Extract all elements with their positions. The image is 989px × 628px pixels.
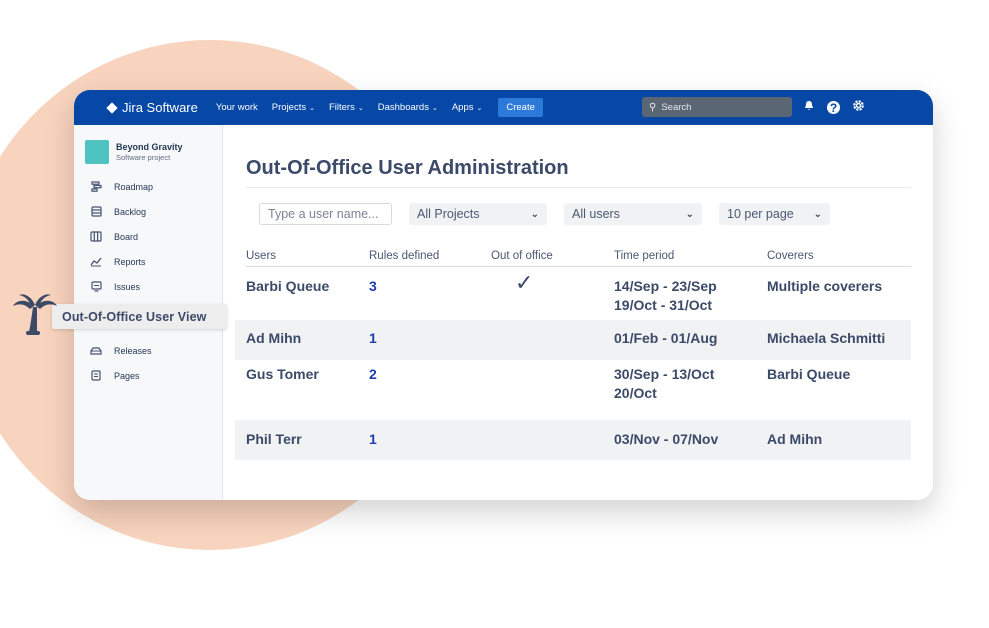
palm-tree-icon	[13, 294, 57, 335]
user-name[interactable]: Ad Mihn	[246, 329, 301, 348]
releases-icon	[90, 345, 102, 356]
user-search-input[interactable]: Type a user name...	[259, 203, 392, 225]
brand-name: Jira Software	[122, 100, 198, 115]
sidebar-item-issues[interactable]: Issues	[90, 281, 140, 292]
jira-window: Jira Software Your work Projects ⌄ Filte…	[74, 90, 933, 500]
sidebar-item-label: Reports	[114, 256, 146, 267]
sidebar-item-backlog[interactable]: Backlog	[90, 206, 146, 217]
top-nav: Jira Software Your work Projects ⌄ Filte…	[74, 90, 933, 125]
nav-dashboards[interactable]: Dashboards ⌄	[378, 102, 438, 113]
column-header-users[interactable]: Users	[246, 250, 276, 262]
board-icon	[90, 231, 102, 242]
nav-your-work[interactable]: Your work	[216, 102, 258, 113]
chevron-down-icon: ⌄	[357, 104, 364, 112]
rules-count[interactable]: 3	[369, 277, 377, 296]
column-header-time-period[interactable]: Time period	[614, 250, 674, 262]
users-select[interactable]: All users ⌄	[564, 203, 702, 225]
coverers: Multiple coverers	[767, 278, 883, 294]
nav-label: Dashboards	[377, 102, 429, 113]
project-type: Software project	[116, 153, 171, 162]
backlog-icon	[90, 206, 102, 217]
chevron-down-icon: ⌄	[309, 104, 315, 112]
sidebar-item-label: Pages	[114, 370, 140, 381]
time-period: 01/Feb - 01/Aug	[614, 330, 718, 346]
rules-count[interactable]: 1	[369, 430, 377, 449]
sidebar-item-releases[interactable]: Releases	[90, 345, 152, 356]
sidebar-item-roadmap[interactable]: Roadmap	[90, 181, 153, 192]
pages-icon	[90, 370, 102, 381]
chevron-down-icon: ⌄	[530, 208, 539, 220]
nav-label: Apps	[451, 102, 474, 113]
project-avatar	[85, 140, 109, 164]
search-placeholder: Search	[661, 101, 692, 113]
nav-label: Filters	[328, 102, 355, 113]
coverers: Barbi Queue	[767, 366, 851, 382]
jira-logo-icon	[106, 101, 118, 114]
nav-label: Projects	[271, 102, 307, 113]
nav-label: Your work	[215, 102, 258, 113]
notifications-icon[interactable]	[803, 100, 815, 116]
time-period: 19/Oct - 31/Oct	[614, 297, 713, 313]
column-header-rules[interactable]: Rules defined	[369, 250, 439, 262]
project-header[interactable]: Beyond Gravity Software project	[85, 140, 183, 164]
search-icon: ⚲	[649, 101, 657, 113]
settings-icon[interactable]	[852, 99, 865, 116]
checkmark-icon: ✓	[515, 270, 534, 295]
chevron-down-icon: ⌄	[431, 104, 438, 112]
nav-projects[interactable]: Projects ⌄	[272, 102, 315, 113]
time-period: 30/Sep - 13/Oct	[614, 366, 715, 382]
brand-logo[interactable]: Jira Software	[106, 100, 198, 115]
page-title: Out-Of-Office User Administration	[246, 157, 569, 179]
nav-filters[interactable]: Filters ⌄	[329, 102, 364, 113]
project-select[interactable]: All Projects ⌄	[409, 203, 547, 225]
sidebar-item-pages[interactable]: Pages	[90, 370, 140, 381]
sidebar-item-label: Backlog	[114, 206, 147, 217]
chevron-down-icon: ⌄	[476, 104, 483, 112]
sidebar-item-board[interactable]: Board	[90, 231, 138, 242]
user-search-placeholder: Type a user name...	[268, 207, 379, 221]
rules-count[interactable]: 2	[369, 365, 377, 384]
user-name[interactable]: Phil Terr	[246, 430, 302, 449]
sidebar-item-label: Roadmap	[114, 181, 154, 192]
table-row[interactable]: Phil Terr 1 03/Nov - 07/Nov Ad Mihn	[235, 420, 911, 460]
nav-apps[interactable]: Apps ⌄	[452, 102, 483, 113]
issues-icon	[90, 281, 102, 292]
table-row[interactable]: Ad Mihn 1 01/Feb - 01/Aug Michaela Schmi…	[235, 320, 911, 360]
out-of-office-user-view-callout[interactable]: Out-Of-Office User View	[52, 304, 227, 329]
column-header-coverers[interactable]: Coverers	[767, 250, 814, 262]
chevron-down-icon: ⌄	[813, 208, 822, 220]
time-period: 20/Oct	[614, 385, 657, 401]
rules-count[interactable]: 1	[369, 329, 377, 348]
title-divider	[246, 187, 911, 188]
reports-icon	[90, 256, 102, 267]
sidebar-item-label: Board	[114, 231, 139, 242]
create-button[interactable]: Create	[498, 98, 543, 117]
help-icon[interactable]: ?	[827, 101, 840, 115]
users-select-value: All users	[572, 207, 620, 221]
per-page-value: 10 per page	[727, 207, 794, 221]
column-header-out-of-office[interactable]: Out of office	[491, 250, 553, 262]
user-name[interactable]: Gus Tomer	[246, 365, 319, 384]
project-select-value: All Projects	[417, 207, 480, 221]
time-period: 14/Sep - 23/Sep	[614, 278, 717, 294]
chevron-down-icon: ⌄	[685, 208, 694, 220]
table-row[interactable]: Barbi Queue 3 ✓ 14/Sep - 23/Sep 19/Oct -…	[235, 267, 911, 319]
sidebar-item-label: Releases	[114, 345, 152, 356]
search-input[interactable]: ⚲ Search	[642, 97, 792, 117]
sidebar-item-reports[interactable]: Reports	[90, 256, 146, 267]
sidebar-item-label: Issues	[114, 281, 141, 292]
table-row[interactable]: Gus Tomer 2 30/Sep - 13/Oct 20/Oct Barbi…	[235, 361, 911, 419]
coverers: Michaela Schmitti	[767, 330, 886, 346]
user-name[interactable]: Barbi Queue	[246, 277, 329, 296]
time-period: 03/Nov - 07/Nov	[614, 431, 719, 447]
roadmap-icon	[90, 181, 102, 192]
per-page-select[interactable]: 10 per page ⌄	[719, 203, 830, 225]
coverers: Ad Mihn	[767, 431, 823, 447]
nav-icons: ?	[803, 99, 877, 116]
project-name: Beyond Gravity	[116, 142, 183, 152]
callout-label: Out-Of-Office User View	[62, 309, 207, 324]
